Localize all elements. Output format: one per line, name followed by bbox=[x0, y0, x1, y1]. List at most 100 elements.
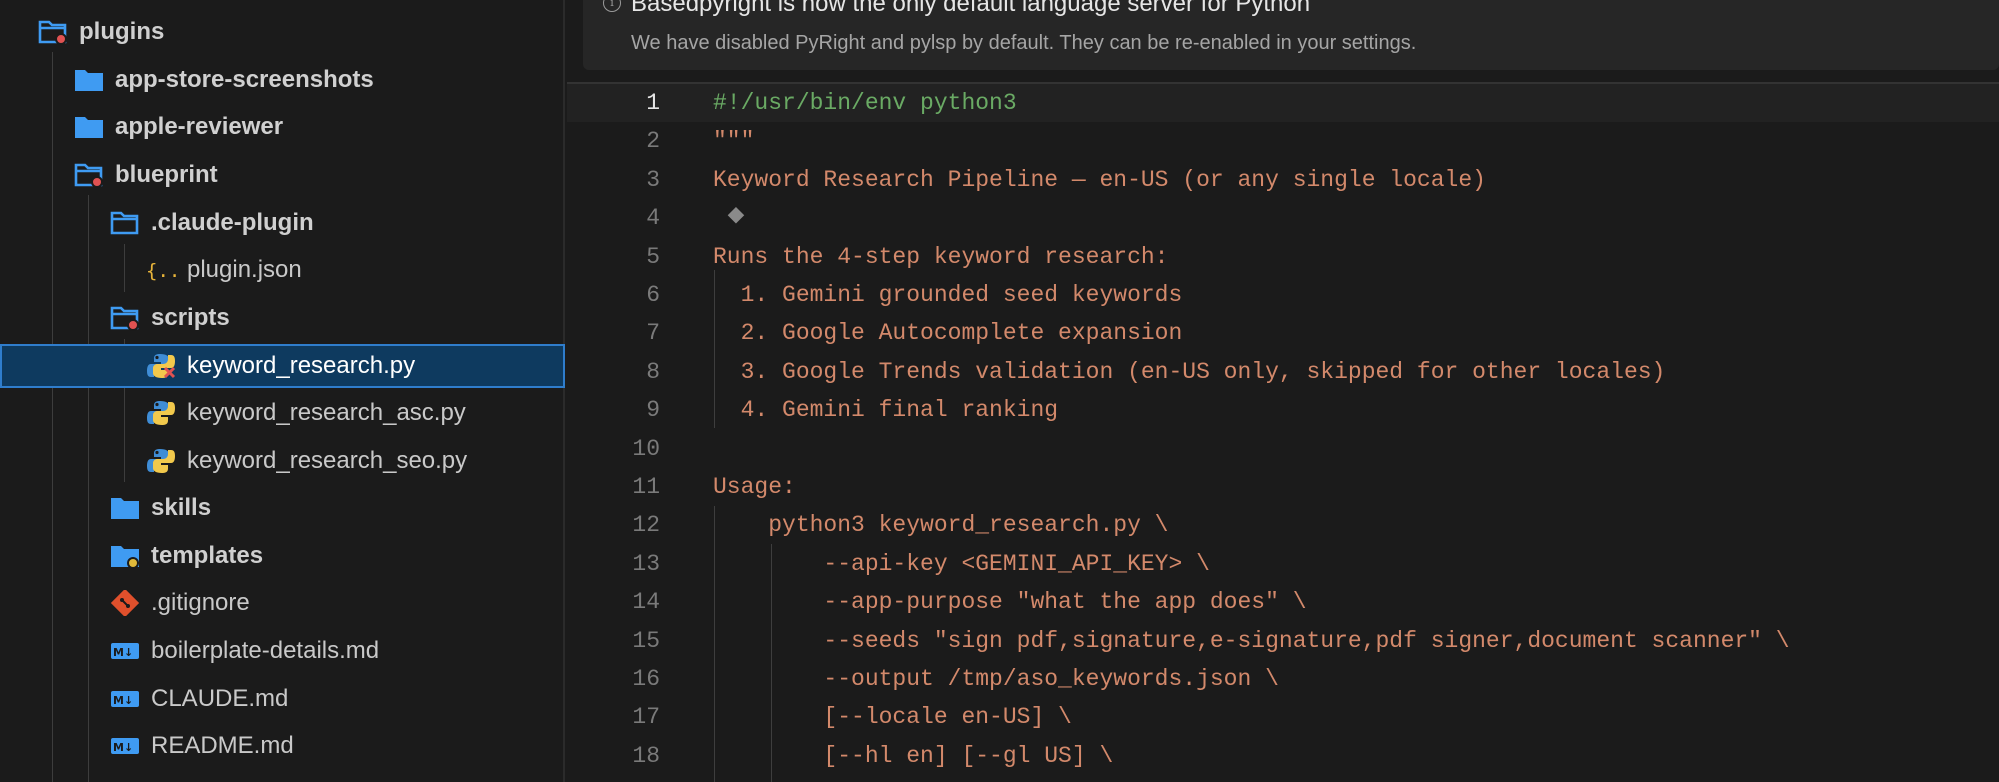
code-text: Runs the 4-step keyword research: bbox=[713, 243, 1169, 270]
code-line[interactable]: 12 python3 keyword_research.py \ bbox=[567, 506, 1999, 544]
line-number: 10 bbox=[632, 435, 660, 462]
code-line[interactable]: 11 Usage: bbox=[567, 468, 1999, 506]
code-line[interactable]: 4 ⯁ bbox=[567, 199, 1999, 237]
tree-item-label: .gitignore bbox=[151, 589, 250, 616]
tree-file-boilerplate-details-md[interactable]: M↓ boilerplate-details.md bbox=[0, 629, 565, 673]
markdown-file-icon: M↓ bbox=[110, 638, 140, 664]
code-text: 3. Google Trends validation (en-US only,… bbox=[713, 358, 1666, 385]
tree-file-claude-md[interactable]: M↓ CLAUDE.md bbox=[0, 677, 565, 721]
code-line[interactable]: 18 [--hl en] [--gl US] \ bbox=[567, 737, 1999, 775]
tree-item-label: README.md bbox=[151, 732, 294, 759]
tree-file-plugin-json[interactable]: {..} plugin.json bbox=[0, 248, 565, 292]
tree-file-gitignore[interactable]: .gitignore bbox=[0, 581, 565, 625]
tree-item-label: scripts bbox=[151, 304, 230, 331]
folder-icon bbox=[74, 67, 104, 93]
tree-folder-app-store-screenshots[interactable]: app-store-screenshots bbox=[0, 58, 565, 102]
code-editor: i Basedpyright is now the only default l… bbox=[567, 0, 1999, 782]
tree-item-label: skills bbox=[151, 494, 212, 521]
line-number: 14 bbox=[632, 589, 660, 616]
code-text: """ bbox=[713, 128, 755, 155]
code-line[interactable]: 17 [--locale en-US] \ bbox=[567, 698, 1999, 736]
tree-file-keyword-research-asc-py[interactable]: keyword_research_asc.py bbox=[0, 391, 565, 435]
code-text: ⯁ bbox=[713, 205, 746, 232]
code-text: Usage: bbox=[713, 474, 796, 500]
code-text: --seeds "sign pdf,signature,e-signature,… bbox=[713, 627, 1790, 654]
markdown-file-icon: M↓ bbox=[110, 733, 140, 759]
tree-item-label: plugins bbox=[79, 18, 165, 45]
tree-item-label: templates bbox=[151, 542, 264, 569]
line-number: 13 bbox=[632, 550, 660, 577]
json-file-icon: {..} bbox=[146, 257, 192, 283]
line-number: 9 bbox=[646, 397, 660, 424]
tree-item-label: blueprint bbox=[115, 161, 218, 188]
line-number: 4 bbox=[646, 205, 660, 232]
code-line[interactable]: 9 4. Gemini final ranking bbox=[567, 391, 1999, 429]
code-text: Keyword Research Pipeline — en-US (or an… bbox=[713, 166, 1486, 193]
line-number: 12 bbox=[632, 512, 660, 539]
line-number: 5 bbox=[646, 243, 660, 270]
svg-text:{..}: {..} bbox=[146, 260, 176, 282]
tree-file-keyword-research-py[interactable]: keyword_research.py bbox=[0, 344, 565, 388]
line-number: 3 bbox=[646, 166, 660, 193]
notification-title: Basedpyright is now the only default lan… bbox=[631, 0, 1311, 17]
folder-open-icon bbox=[110, 210, 140, 236]
tree-folder-blueprint[interactable]: blueprint bbox=[0, 153, 565, 197]
svg-text:M↓: M↓ bbox=[113, 646, 133, 659]
folder-open-error-icon bbox=[110, 305, 140, 331]
python-file-icon bbox=[146, 400, 176, 426]
tree-item-label: .claude-plugin bbox=[151, 209, 314, 236]
line-number: 15 bbox=[632, 627, 660, 654]
code-text: --api-key <GEMINI_API_KEY> \ bbox=[713, 550, 1210, 577]
tree-file-keyword-research-seo-py[interactable]: keyword_research_seo.py bbox=[0, 439, 565, 483]
code-line[interactable]: 7 2. Google Autocomplete expansion bbox=[567, 314, 1999, 352]
code-text: 1. Gemini grounded seed keywords bbox=[713, 282, 1183, 308]
tree-file-readme-md[interactable]: M↓ README.md bbox=[0, 724, 565, 768]
tree-item-label: boilerplate-details.md bbox=[151, 637, 380, 664]
tree-item-label: keyword_research_seo.py bbox=[187, 447, 468, 474]
info-icon: i bbox=[603, 0, 621, 12]
tree-folder-plugins[interactable]: plugins bbox=[0, 10, 565, 54]
line-number: 8 bbox=[646, 358, 660, 385]
line-number: 11 bbox=[632, 474, 660, 500]
folder-open-error-icon bbox=[38, 19, 68, 45]
line-number: 6 bbox=[646, 282, 660, 308]
code-line[interactable]: 14 --app-purpose "what the app does" \ bbox=[567, 583, 1999, 621]
svg-text:M↓: M↓ bbox=[113, 741, 133, 754]
markdown-file-icon: M↓ bbox=[110, 686, 140, 712]
code-line[interactable]: 8 3. Google Trends validation (en-US onl… bbox=[567, 353, 1999, 391]
tree-folder-skills[interactable]: skills bbox=[0, 486, 565, 530]
code-text: 2. Google Autocomplete expansion bbox=[713, 320, 1183, 347]
folder-open-error-icon bbox=[74, 162, 104, 188]
code-text: #!/usr/bin/env python3 bbox=[713, 90, 1017, 116]
tree-item-label: keyword_research.py bbox=[187, 352, 416, 379]
code-line[interactable]: 15 --seeds "sign pdf,signature,e-signatu… bbox=[567, 622, 1999, 660]
notification-message: We have disabled PyRight and pylsp by de… bbox=[631, 32, 1417, 54]
python-file-error-icon bbox=[146, 353, 176, 379]
code-text: 4. Gemini final ranking bbox=[713, 397, 1059, 424]
tree-item-label: app-store-screenshots bbox=[115, 66, 374, 93]
tree-folder-apple-reviewer[interactable]: apple-reviewer bbox=[0, 105, 565, 149]
code-line[interactable]: 5 Runs the 4-step keyword research: bbox=[567, 238, 1999, 276]
code-line[interactable]: 3 Keyword Research Pipeline — en-US (or a… bbox=[567, 161, 1999, 199]
line-number: 16 bbox=[632, 666, 660, 692]
language-server-notification[interactable]: i Basedpyright is now the only default l… bbox=[583, 0, 1999, 70]
code-line[interactable]: 10 bbox=[567, 430, 1999, 468]
line-number: 7 bbox=[646, 320, 660, 347]
code-line[interactable]: 16 --output /tmp/aso_keywords.json \ bbox=[567, 660, 1999, 698]
folder-warning-icon bbox=[110, 543, 140, 569]
tree-item-label: CLAUDE.md bbox=[151, 685, 289, 712]
code-text: --output /tmp/aso_keywords.json \ bbox=[713, 666, 1279, 692]
code-line[interactable]: 1 #!/usr/bin/env python3 bbox=[567, 84, 1999, 122]
code-line[interactable]: 2 """ bbox=[567, 122, 1999, 160]
tree-folder-claude-plugin[interactable]: .claude-plugin bbox=[0, 201, 565, 245]
code-text: --app-purpose "what the app does" \ bbox=[713, 589, 1307, 616]
tree-folder-templates[interactable]: templates bbox=[0, 534, 565, 578]
code-line[interactable]: 6 1. Gemini grounded seed keywords bbox=[567, 276, 1999, 314]
code-line[interactable]: 13 --api-key <GEMINI_API_KEY> \ bbox=[567, 545, 1999, 583]
tree-item-label: plugin.json bbox=[187, 256, 302, 283]
tree-item-label: keyword_research_asc.py bbox=[187, 399, 466, 426]
tree-folder-scripts[interactable]: scripts bbox=[0, 296, 565, 340]
line-number: 1 bbox=[646, 90, 660, 116]
code-text: [--locale en-US] \ bbox=[713, 704, 1072, 731]
code-text: [--hl en] [--gl US] \ bbox=[713, 742, 1114, 769]
